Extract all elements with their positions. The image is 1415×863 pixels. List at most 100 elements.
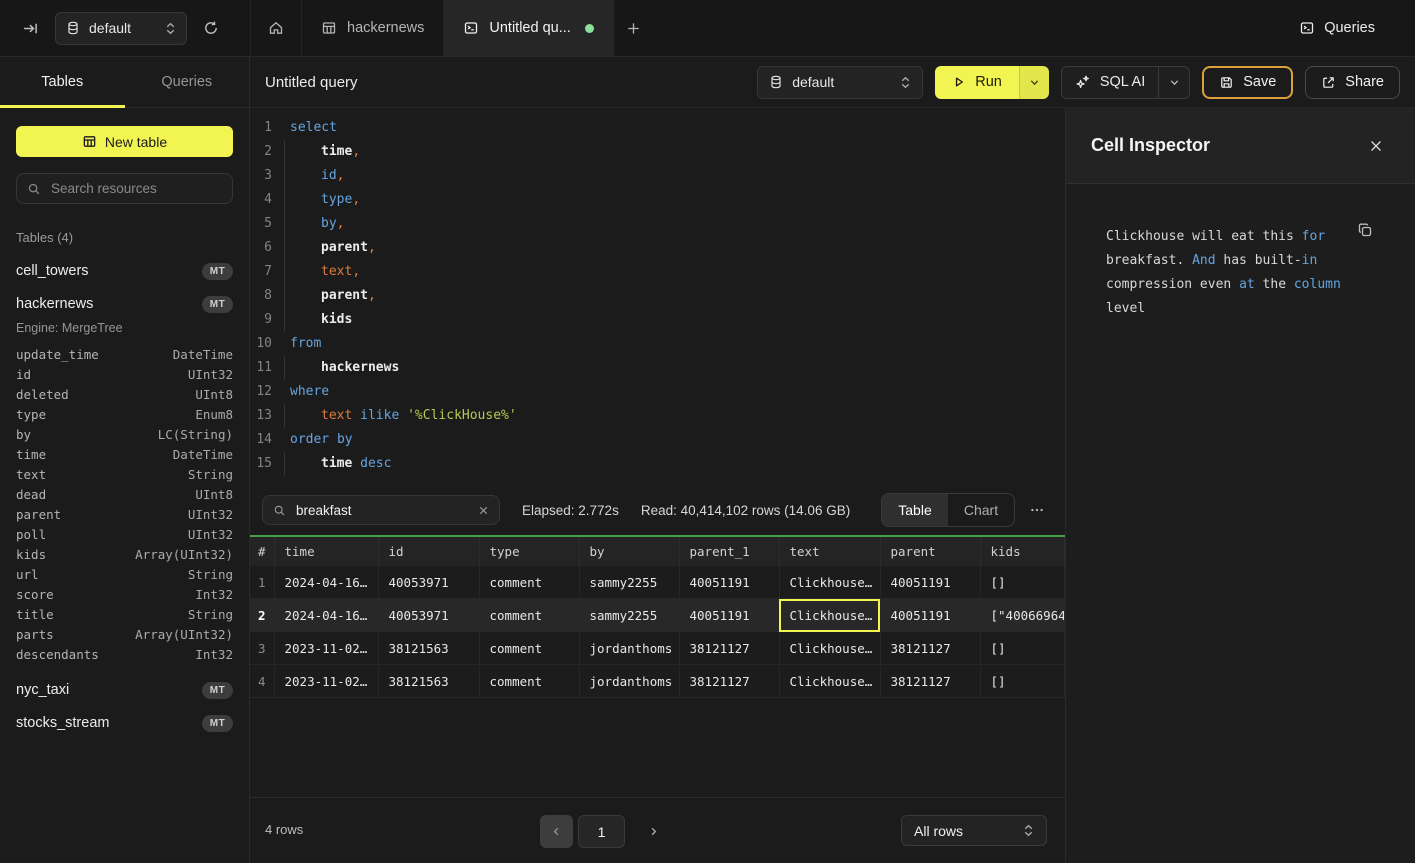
sidebar-item-cell-towers[interactable]: cell_towers MT [16,261,233,281]
table-cell[interactable]: 40051191 [679,599,779,632]
column-header[interactable]: type [479,536,579,566]
table-cell[interactable]: sammy2255 [579,599,679,632]
column-header[interactable]: id [378,536,479,566]
new-table-button[interactable]: New table [16,126,233,157]
table-cell[interactable]: [] [980,566,1065,599]
tab-untitled-query[interactable]: Untitled qu... [444,0,613,56]
table-cell[interactable]: jordanthoms [579,632,679,665]
table-cell[interactable]: 2023-11-02… [274,632,378,665]
column-row[interactable]: byLC(String) [16,424,233,444]
sidebar-item-stocks-stream[interactable]: stocks_stream MT [16,713,233,733]
tab-hackernews[interactable]: hackernews [302,0,444,56]
column-header[interactable]: parent_1 [679,536,779,566]
editor-line[interactable]: 1select [250,116,1065,140]
table-cell[interactable]: [] [980,632,1065,665]
table-cell[interactable]: 2024-04-16… [274,599,378,632]
table-cell[interactable]: 2023-11-02… [274,665,378,698]
queries-button[interactable]: Queries [1299,20,1375,36]
table-cell[interactable]: [] [980,665,1065,698]
more-options-button[interactable] [1029,502,1045,518]
next-page-button[interactable] [638,815,668,848]
table-cell[interactable]: 40051191 [679,566,779,599]
table-cell[interactable]: 38121127 [679,632,779,665]
column-row[interactable]: partsArray(UInt32) [16,624,233,644]
view-toggle-table[interactable]: Table [882,494,948,526]
column-row[interactable]: idUInt32 [16,364,233,384]
copy-cell-button[interactable] [1357,222,1373,238]
run-button[interactable]: Run [935,66,1019,99]
table-cell[interactable]: jordanthoms [579,665,679,698]
column-row[interactable]: scoreInt32 [16,584,233,604]
sidebar-item-hackernews[interactable]: hackernews MT [16,294,233,314]
sql-editor[interactable]: 1select2time,3id,4type,5by,6parent,7text… [250,108,1065,490]
column-row[interactable]: kidsArray(UInt32) [16,544,233,564]
column-header[interactable]: text [779,536,880,566]
table-cell[interactable]: 38121563 [378,632,479,665]
table-cell[interactable]: 38121127 [679,665,779,698]
column-row[interactable]: descendantsInt32 [16,644,233,664]
editor-line[interactable]: 11hackernews [250,356,1065,380]
run-database-selector[interactable]: default [757,66,923,99]
row-number[interactable]: 3 [250,632,274,665]
page-size-selector[interactable]: All rows [901,815,1047,846]
table-cell[interactable]: 40051191 [880,599,980,632]
column-row[interactable]: deadUInt8 [16,484,233,504]
editor-line[interactable]: 15time desc [250,452,1065,476]
table-row[interactable]: 22024-04-16…40053971commentsammy22554005… [250,599,1065,632]
table-cell[interactable]: Clickhouse… [779,665,880,698]
editor-line[interactable]: 2time, [250,140,1065,164]
editor-line[interactable]: 5by, [250,212,1065,236]
column-row[interactable]: typeEnum8 [16,404,233,424]
sidebar-item-nyc-taxi[interactable]: nyc_taxi MT [16,680,233,700]
column-row[interactable]: titleString [16,604,233,624]
column-header[interactable]: time [274,536,378,566]
table-row[interactable]: 32023-11-02…38121563commentjordanthoms38… [250,632,1065,665]
table-cell[interactable]: comment [479,665,579,698]
column-header[interactable]: kids [980,536,1065,566]
clear-search-icon[interactable] [478,505,489,516]
column-header[interactable]: by [579,536,679,566]
sql-ai-options-button[interactable] [1158,67,1189,98]
tab-home[interactable] [251,0,302,56]
table-row[interactable]: 12024-04-16…40053971commentsammy22554005… [250,566,1065,599]
resource-search[interactable] [16,173,233,204]
results-search[interactable] [262,495,500,525]
row-number[interactable]: 2 [250,599,274,632]
table-cell[interactable]: Clickhouse… [779,632,880,665]
table-cell[interactable]: sammy2255 [579,566,679,599]
sidebar-tab-queries[interactable]: Queries [125,57,250,107]
editor-line[interactable]: 13text ilike '%ClickHouse%' [250,404,1065,428]
sql-ai-button[interactable]: SQL AI [1062,74,1158,90]
table-cell[interactable]: comment [479,632,579,665]
column-row[interactable]: update_timeDateTime [16,344,233,364]
sidebar-tab-tables[interactable]: Tables [0,57,125,107]
collapse-sidebar-button[interactable] [22,20,39,37]
table-cell[interactable]: 38121127 [880,665,980,698]
resource-search-input[interactable] [49,180,222,197]
editor-line[interactable]: 6parent, [250,236,1065,260]
table-cell[interactable]: ["40066964… [980,599,1065,632]
row-number[interactable]: 4 [250,665,274,698]
results-search-input[interactable] [294,502,470,519]
table-cell[interactable]: 40053971 [378,566,479,599]
editor-line[interactable]: 10from [250,332,1065,356]
row-number[interactable]: 1 [250,566,274,599]
editor-line[interactable]: 8parent, [250,284,1065,308]
database-selector[interactable]: default [55,12,187,45]
column-row[interactable]: textString [16,464,233,484]
column-row[interactable]: urlString [16,564,233,584]
page-number-input[interactable] [579,823,624,841]
table-cell[interactable]: comment [479,566,579,599]
editor-line[interactable]: 3id, [250,164,1065,188]
column-row[interactable]: parentUInt32 [16,504,233,524]
close-inspector-button[interactable] [1369,139,1383,153]
column-header[interactable]: parent [880,536,980,566]
editor-line[interactable]: 14order by [250,428,1065,452]
editor-line[interactable]: 7text, [250,260,1065,284]
refresh-button[interactable] [203,20,219,36]
table-cell[interactable]: 2024-04-16… [274,566,378,599]
editor-line[interactable]: 4type, [250,188,1065,212]
view-toggle-chart[interactable]: Chart [948,494,1014,526]
column-row[interactable]: pollUInt32 [16,524,233,544]
table-cell[interactable]: 38121563 [378,665,479,698]
